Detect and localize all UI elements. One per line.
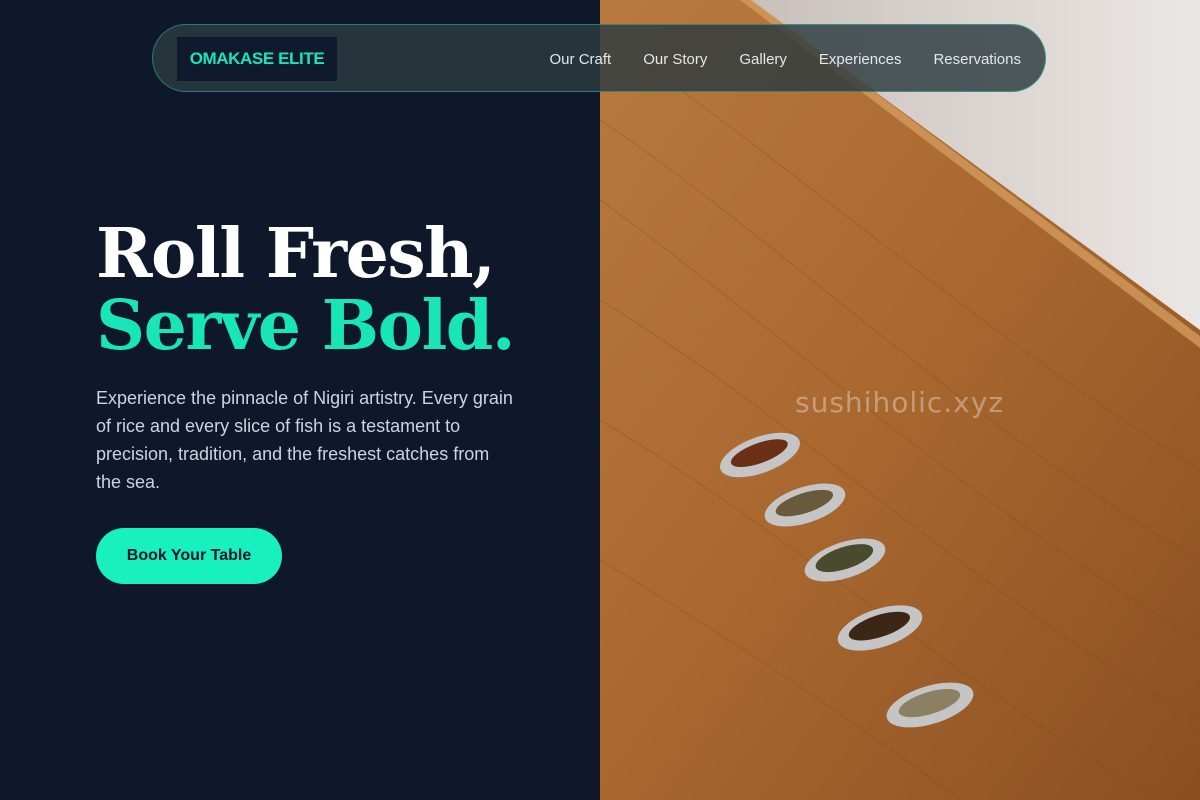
hero-description: Experience the pinnacle of Nigiri artist… xyxy=(96,388,513,492)
nav-link-experiences[interactable]: Experiences xyxy=(819,51,902,68)
hero-title-line-1: Roll Fresh, xyxy=(96,214,496,294)
nav-link-our-craft[interactable]: Our Craft xyxy=(550,51,612,68)
hero-title-line-2: Serve Bold. xyxy=(96,286,516,366)
brand-name: OMAKASE ELITE xyxy=(189,49,325,68)
nav-link-our-story[interactable]: Our Story xyxy=(643,51,707,68)
book-table-button[interactable]: Book Your Table xyxy=(96,528,282,584)
nav-links: Our Craft Our Story Gallery Experiences … xyxy=(550,25,1021,93)
nav-link-reservations[interactable]: Reservations xyxy=(933,51,1021,68)
top-navigation: OMAKASE ELITE Our Craft Our Story Galler… xyxy=(152,24,1046,92)
image-watermark: sushiholic.xyz xyxy=(795,386,1005,419)
nav-link-gallery[interactable]: Gallery xyxy=(739,51,787,68)
brand-logo[interactable]: OMAKASE ELITE xyxy=(177,37,337,81)
hero-title: Roll Fresh, Serve Bold. xyxy=(96,214,516,366)
